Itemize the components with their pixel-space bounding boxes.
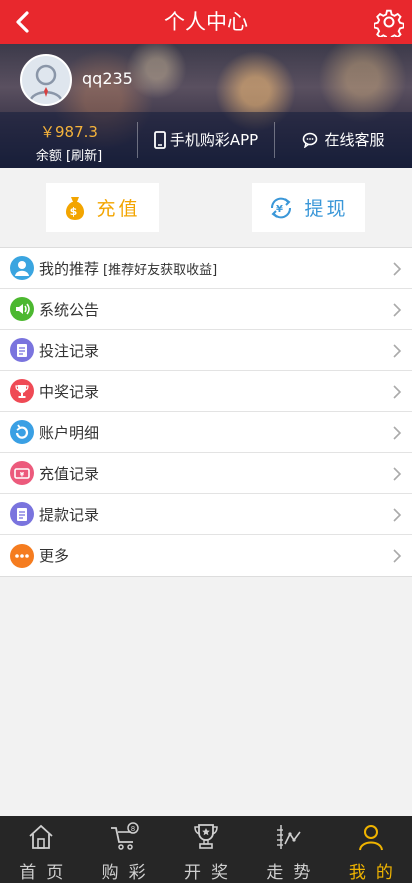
menu-item-label: 更多 — [39, 547, 70, 565]
balance-box[interactable]: ￥987.3 余额 [刷新] — [0, 112, 138, 168]
charge-label: 充值 — [96, 198, 141, 220]
menu-item[interactable]: 系统公告 — [0, 289, 412, 330]
tab-label: 开奖 — [184, 863, 239, 883]
trend-icon — [277, 825, 302, 849]
menu-item[interactable]: 更多 — [0, 535, 412, 576]
chat-icon — [303, 132, 318, 148]
stats-bar: ￥987.3 余额 [刷新] 手机购彩APP 在线客服 — [0, 112, 412, 168]
menu-list: 我的推荐 [推荐好友获取收益] 系统公告 投注记录 中奖记录 账户明细 ¥ 充值… — [0, 247, 412, 577]
currency-exchange-icon: ¥ — [271, 197, 292, 218]
menu-item[interactable]: 投注记录 — [0, 330, 412, 371]
tab-label: 购彩 — [101, 863, 156, 883]
chevron-right-icon — [393, 303, 402, 317]
refresh-icon — [10, 420, 34, 444]
person-icon — [28, 64, 64, 103]
withdraw-button[interactable]: ¥ 提现 — [252, 183, 365, 232]
chevron-right-icon — [393, 508, 402, 522]
avatar[interactable] — [20, 54, 72, 106]
menu-item-label: 系统公告 — [39, 300, 100, 319]
menu-item-label: 中奖记录 — [39, 382, 100, 401]
chevron-right-icon — [393, 262, 402, 276]
menu-item-label: 充值记录 — [39, 464, 100, 483]
menu-item[interactable]: 提款记录 — [0, 494, 412, 535]
menu-item-label: 账户明细 — [39, 423, 100, 442]
menu-item[interactable]: 账户明细 — [0, 412, 412, 453]
menu-item-label: 提款记录 — [39, 505, 100, 524]
chevron-right-icon — [393, 344, 402, 358]
tab-trophy[interactable]: 开奖 — [165, 816, 247, 883]
menu-item-label: 投注记录 — [39, 341, 100, 360]
chevron-right-icon — [393, 549, 402, 563]
withdraw-label: 提现 — [304, 198, 349, 220]
menu-item-sublabel: [推荐好友获取收益] — [103, 262, 218, 278]
action-row: $ 充值 ¥ 提现 — [0, 168, 412, 247]
gear-icon[interactable] — [374, 7, 404, 37]
home-icon — [29, 824, 53, 849]
svg-text:$: $ — [70, 205, 81, 218]
tab-trend[interactable]: 走势 — [247, 816, 329, 883]
notepad-icon — [10, 502, 34, 526]
menu-item[interactable]: 中奖记录 — [0, 371, 412, 412]
tab-home[interactable]: 首页 — [0, 816, 82, 883]
tab-cart[interactable]: 8 购彩 — [82, 816, 164, 883]
charge-button[interactable]: $ 充值 — [46, 183, 159, 232]
tab-person[interactable]: 我的 — [330, 816, 412, 883]
cart-icon: 8 — [110, 822, 139, 850]
tab-label: 我的 — [348, 863, 403, 883]
card-icon: ¥ — [10, 461, 34, 485]
top-bar: 个人中心 — [0, 0, 412, 44]
mobile-app-link[interactable]: 手机购彩APP — [138, 112, 274, 168]
profile-banner: qq235 ￥987.3 余额 [刷新] 手机购彩APP 在线客服 — [0, 44, 412, 168]
username: qq235 — [82, 69, 133, 88]
page-title: 个人中心 — [164, 10, 248, 34]
mobile-app-label: 手机购彩APP — [169, 131, 259, 149]
svg-text:8: 8 — [130, 825, 134, 833]
money-bag-icon: $ — [66, 196, 85, 220]
trophy-icon — [194, 824, 218, 849]
chevron-right-icon — [393, 426, 402, 440]
online-service-link[interactable]: 在线客服 — [275, 112, 412, 168]
speaker-icon — [10, 297, 34, 321]
menu-item[interactable]: ¥ 充值记录 — [0, 453, 412, 494]
tab-label: 首页 — [19, 863, 74, 883]
notepad-icon — [10, 338, 34, 362]
person-icon — [358, 825, 383, 851]
trophy-icon — [10, 379, 34, 403]
chevron-right-icon — [393, 385, 402, 399]
svg-text:¥: ¥ — [277, 204, 287, 215]
menu-item-label: 我的推荐 — [39, 259, 100, 278]
balance-refresh-label[interactable]: 余额 [刷新] — [0, 145, 138, 164]
bottom-tab-bar: 首页 8 购彩 开奖 走势 我的 — [0, 816, 412, 883]
chevron-right-icon — [393, 467, 402, 481]
menu-item[interactable]: 我的推荐 [推荐好友获取收益] — [0, 248, 412, 289]
balance-amount: ￥987.3 — [40, 123, 98, 141]
online-service-label: 在线客服 — [324, 131, 385, 149]
more-icon — [10, 543, 34, 568]
user-icon — [10, 256, 34, 280]
tab-label: 走势 — [266, 863, 321, 883]
phone-icon — [153, 131, 166, 149]
